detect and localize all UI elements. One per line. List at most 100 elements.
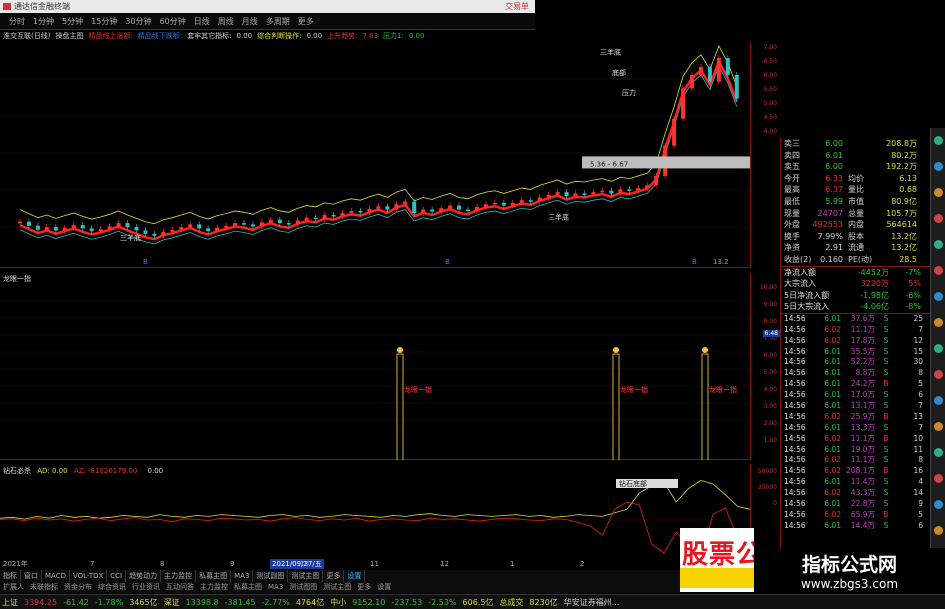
app-logo-icon: [3, 3, 11, 10]
toolbar-dot-icon[interactable]: [934, 292, 943, 301]
tick-price: 6.02: [824, 335, 841, 345]
tick-row: 14:56 6.02 11.1万 S 8: [781, 455, 930, 466]
nav-tab-12[interactable]: 设置: [374, 582, 394, 593]
flow-label: 5日大宗流入: [784, 302, 830, 312]
side-toolbar[interactable]: [930, 128, 945, 566]
tick-list[interactable]: 14:56 6.01 37.6万 S 25 14:56 6.02 11.1万 S 7 14:56 6.…: [781, 312, 930, 532]
quote-label-2: 股本: [848, 231, 864, 241]
indicator-field-8: 上升趋势:: [327, 32, 358, 40]
tick-price: 6.02: [824, 488, 841, 498]
candle-body: [340, 212, 345, 217]
toolbar-dot-icon[interactable]: [934, 318, 943, 327]
tick-volume: 13.3万: [850, 422, 875, 432]
nav-tab-0[interactable]: 扩展人: [0, 582, 27, 593]
period-tab-2[interactable]: 5分钟: [58, 13, 87, 29]
period-tab-8[interactable]: 月线: [238, 13, 262, 29]
price-axis-tick-6: 4.00: [763, 128, 777, 135]
indicator-tab-2[interactable]: MACD: [42, 570, 70, 582]
nav-tab-7[interactable]: 私募主图: [231, 582, 265, 593]
period-tab-3[interactable]: 15分钟: [87, 13, 121, 29]
indicator-tab-9[interactable]: 测试副图: [253, 570, 289, 582]
quote-value: 0.160: [820, 254, 843, 264]
period-tab-6[interactable]: 日线: [190, 13, 214, 29]
tick-time: 14:56: [784, 313, 806, 323]
indicator-tab-3[interactable]: VOL-TDX: [70, 570, 108, 582]
toolbar-dot-icon[interactable]: [934, 370, 943, 379]
candle-body: [546, 194, 551, 198]
quote-value-2: 80.2万: [891, 150, 917, 160]
toolbar-dot-icon[interactable]: [934, 344, 943, 353]
nav-tab-10[interactable]: 测试主图: [320, 582, 354, 593]
toolbar-dot-icon[interactable]: [934, 396, 943, 405]
period-tab-9[interactable]: 多周期: [262, 13, 294, 29]
quote-value-2: 13.2亿: [891, 231, 917, 241]
tick-count: 8: [918, 368, 923, 378]
toolbar-dot-icon[interactable]: [934, 266, 943, 275]
nav-tab-9[interactable]: 测试图图: [286, 582, 320, 593]
period-tab-1[interactable]: 1分钟: [29, 13, 58, 29]
indicator-tab-8[interactable]: MA3: [231, 570, 254, 582]
oscillator-pane[interactable]: 钻石必杀 AD: 0.00 AZ: -81026179.00 0.00 钻石底部…: [0, 464, 750, 562]
toolbar-dot-icon[interactable]: [934, 188, 943, 197]
toolbar-dot-icon[interactable]: [934, 448, 943, 457]
indicator-tab-10[interactable]: 测试主图: [288, 570, 324, 582]
signal-marker-1: [613, 347, 619, 353]
nav-tab-6[interactable]: 主力监控: [197, 582, 231, 593]
trade-link[interactable]: 交易单: [505, 0, 529, 13]
period-tab-4[interactable]: 30分钟: [121, 13, 155, 29]
toolbar-dot-icon[interactable]: [934, 422, 943, 431]
quote-label-2: 均价: [848, 173, 864, 183]
indicator-tab-11[interactable]: 更多: [323, 570, 345, 582]
tick-time: 14:56: [784, 488, 806, 498]
nav-tab-5[interactable]: 互动问答: [163, 582, 197, 593]
oscillator-chart-svg: 钻石底部钻石底部: [0, 479, 750, 557]
nav-tab-8[interactable]: MA3: [265, 582, 286, 593]
indicator-tab-1[interactable]: 窗口: [21, 570, 42, 582]
tick-count: 8: [918, 455, 923, 465]
nav-tab-1[interactable]: 未联指标: [27, 582, 61, 593]
main-price-pane[interactable]: 三羊底 底部 压力 5.36 - 6.67 三羊底 三羊底 B B B 13.2: [0, 42, 750, 268]
toolbar-dot-icon[interactable]: [934, 474, 943, 483]
nav-tab-2[interactable]: 资金分布: [61, 582, 95, 593]
indicator-tab-5[interactable]: 趋势动力: [126, 570, 162, 582]
tick-side: S: [883, 324, 889, 334]
signal-pane[interactable]: 龙眼一指 龙眼一指 龙眼一指 龙眼一指: [0, 274, 750, 460]
tick-count: 14: [913, 488, 923, 498]
period-tab-5[interactable]: 60分钟: [156, 13, 190, 29]
quote-value: 6.00: [825, 162, 843, 172]
status-field-12: -237.53: [391, 598, 423, 607]
toolbar-dot-icon[interactable]: [934, 240, 943, 249]
period-tab-0[interactable]: 分时: [5, 13, 29, 29]
nav-tab-3[interactable]: 综合资讯: [95, 582, 129, 593]
nav-tab-11[interactable]: 更多: [354, 582, 374, 593]
toolbar-dot-icon[interactable]: [934, 526, 943, 535]
indicator-tab-4[interactable]: CCI: [107, 570, 127, 582]
nav-tab-4[interactable]: 行业资讯: [129, 582, 163, 593]
period-tab-10[interactable]: 更多: [294, 13, 318, 29]
tick-row: 14:56 6.01 8.8万 S 8: [781, 368, 930, 379]
date-axis-mark-1: 8: [160, 560, 165, 568]
candle-body: [707, 66, 712, 82]
tick-volume: 24.2万: [850, 379, 875, 389]
tick-row: 14:56 6.02 208.1万 B 16: [781, 466, 930, 477]
quote-value-2: 6.13: [899, 173, 917, 183]
candle-body: [654, 175, 659, 186]
date-axis-year: 2021年: [3, 560, 28, 568]
toolbar-dot-icon[interactable]: [934, 214, 943, 223]
quote-value: 6.33: [825, 173, 843, 183]
toolbar-dot-icon[interactable]: [934, 500, 943, 509]
indicator-tab-12[interactable]: 设置: [344, 570, 366, 582]
indicator-field-9: 7.63: [362, 32, 379, 40]
toolbar-dot-icon[interactable]: [934, 136, 943, 145]
candle-body: [242, 223, 246, 225]
tick-time: 14:56: [784, 390, 806, 400]
indicator-tab-6[interactable]: 主力监控: [161, 570, 197, 582]
price-axis-tick-1: 6.50: [763, 58, 777, 65]
indicator-tab-0[interactable]: 指标: [0, 570, 21, 582]
candle-body: [26, 221, 31, 226]
tick-count: 10: [913, 433, 923, 443]
toolbar-dot-icon[interactable]: [934, 162, 943, 171]
quote-value-2: 564614: [886, 220, 917, 230]
indicator-tab-7[interactable]: 私募主图: [196, 570, 232, 582]
period-tab-7[interactable]: 周线: [214, 13, 238, 29]
